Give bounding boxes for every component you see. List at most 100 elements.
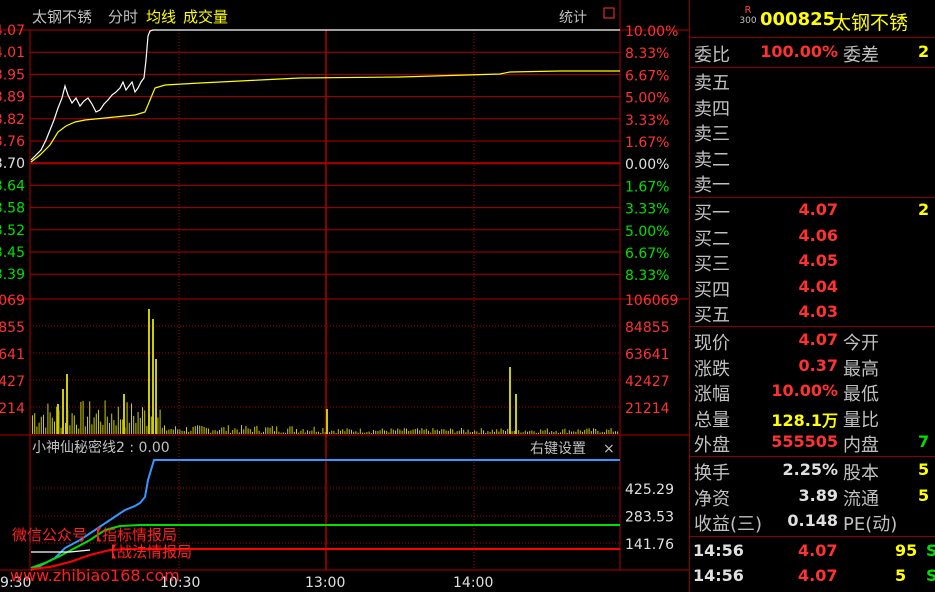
tick-price: 4.07 [798, 566, 838, 585]
volume-bar [392, 429, 394, 434]
volume-bar [467, 429, 469, 434]
volume-bar [274, 431, 275, 434]
volume-bar [505, 431, 506, 434]
volume-bar [263, 431, 264, 434]
volume-bar [584, 429, 586, 434]
ratio-label: 委比 [694, 45, 730, 66]
indicator-settings-button[interactable]: 右键设置 [530, 441, 586, 457]
volume-bar [49, 412, 51, 434]
sell-level-2-label: 卖二 [694, 149, 730, 171]
volume-bar [555, 431, 557, 434]
volume-bar [544, 430, 546, 434]
stat-row-4-value2: 7 [918, 432, 930, 451]
volume-bar [291, 426, 293, 434]
volume-bar [381, 428, 383, 434]
volume-bar [388, 432, 390, 434]
volume-bar [34, 413, 36, 434]
time-tick: 14:00 [453, 575, 493, 591]
price-tick-left: 3.52 [0, 223, 25, 239]
stat-row-4-label2: 内盘 [843, 435, 879, 456]
volume-bar [575, 431, 577, 434]
volume-bar [192, 426, 194, 434]
volume-bar [564, 428, 566, 434]
divider [690, 536, 935, 537]
tick-row[interactable]: 14:56 4.07 95 S [690, 539, 935, 564]
volume-bar [348, 429, 350, 434]
volume-bar [443, 429, 445, 434]
sell-level-1-label: 卖一 [694, 175, 730, 196]
stats-button[interactable]: 统计 [559, 10, 587, 26]
volume-bar [520, 432, 522, 434]
volume-bar [390, 428, 392, 434]
price-tick-left: 4.01 [0, 45, 25, 61]
tick-vol: 95 [895, 541, 918, 560]
volume-bar [590, 431, 592, 434]
volume-bar [445, 430, 447, 434]
volume-bar [311, 430, 313, 434]
volume-tick-left: 63641 [0, 347, 25, 363]
volume-bar [436, 429, 438, 434]
volume-bar [318, 431, 319, 434]
volume-bar [181, 430, 183, 434]
volume-bar [214, 430, 216, 434]
volume-bar [599, 432, 601, 434]
tab-timeshare[interactable]: 分时 [108, 8, 138, 26]
quote-header: R 300 000825 太钢不锈 [690, 0, 935, 38]
volume-bar [271, 426, 273, 434]
buy-level-3: 买三 4.05 [690, 250, 935, 275]
volume-bar [604, 432, 605, 434]
volume-bar [243, 429, 245, 434]
volume-bar [258, 430, 260, 434]
volume-bar [465, 432, 467, 434]
volume-bar [159, 409, 161, 434]
fund-row-0-value2: 5 [918, 460, 930, 479]
price-tick-left: 3.82 [0, 112, 25, 128]
volume-bar [313, 426, 315, 434]
tick-row[interactable]: 14:56 4.07 5S [690, 564, 935, 589]
price-tick-left: 3.58 [0, 201, 25, 217]
volume-bar [276, 426, 278, 434]
buy-level-1-value2: 2 [918, 200, 930, 219]
volume-bar [117, 406, 119, 434]
volume-bar [447, 430, 449, 434]
volume-bar [148, 309, 150, 434]
close-icon[interactable]: × [603, 441, 615, 457]
volume-bar [186, 427, 187, 434]
volume-bar [315, 431, 317, 434]
sell-level-3: 卖三 [690, 120, 935, 145]
sell-level-5-label: 卖五 [694, 73, 730, 94]
volume-tick-right: 21214 [625, 401, 670, 417]
volume-bar [38, 422, 40, 434]
tab-avg-line[interactable]: 均线 [146, 8, 176, 26]
volume-bar [419, 430, 421, 434]
volume-bar [586, 428, 588, 434]
volume-bar [430, 432, 432, 434]
volume-bar [232, 430, 234, 434]
volume-bar [379, 430, 381, 434]
volume-bar [340, 430, 341, 434]
volume-bar [280, 432, 282, 434]
volume-bar [337, 429, 339, 434]
indicator-tick: 141.76 [625, 537, 674, 553]
volume-bar [82, 400, 84, 434]
badge-300: 300 [739, 16, 757, 26]
volume-bar [256, 425, 258, 434]
tab-volume[interactable]: 成交量 [183, 8, 228, 26]
volume-bar [128, 422, 130, 434]
fund-row-0-label2: 股本 [843, 463, 879, 484]
volume-bar [57, 404, 59, 434]
maximize-icon[interactable] [603, 7, 615, 19]
volume-bar [335, 433, 337, 434]
tick-extra: S [926, 541, 935, 560]
price-tick-left: 3.70 [0, 156, 25, 172]
volume-bar [179, 429, 181, 434]
volume-bar [498, 431, 500, 434]
volume-bar [568, 430, 570, 434]
intraday-chart[interactable]: 太钢不锈 分时 均线 成交量 统计 4.07 4.01 3.95 3.89 3.82 3.… [0, 0, 689, 592]
volume-bar [456, 431, 458, 434]
volume-bar [234, 428, 236, 434]
volume-bar [454, 432, 456, 434]
volume-bar [241, 425, 242, 434]
volume-bar [500, 428, 502, 434]
volume-bar [324, 432, 326, 434]
